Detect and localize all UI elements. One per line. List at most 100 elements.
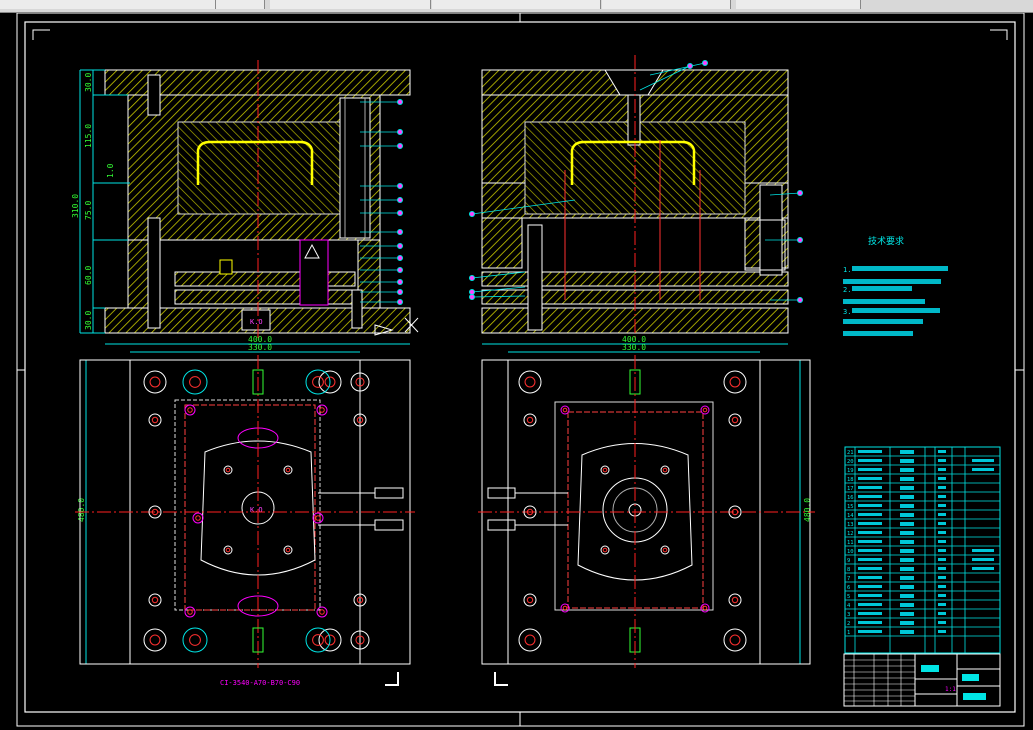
balloon-marker [397, 143, 403, 149]
balloon-marker [397, 197, 403, 203]
dim-60: 60.0 [84, 266, 93, 285]
bom-row-number: 19 [847, 468, 854, 474]
plan-view-right [478, 355, 815, 686]
bom-row-number: 20 [847, 459, 854, 465]
bolt-hole [223, 545, 233, 555]
tech-req-text-line [843, 331, 913, 336]
balloon-marker [397, 255, 403, 261]
bolt-hole [283, 465, 293, 475]
tech-req-text-line [843, 299, 925, 304]
plan-left-width-inner: 330.0 [248, 343, 272, 352]
section-view-right [469, 55, 803, 340]
bolt-hole [660, 465, 670, 475]
bolt-hole [728, 593, 742, 607]
bom-row-number: 10 [847, 549, 854, 555]
balloon-marker [469, 211, 475, 217]
tech-req-text-line [852, 266, 948, 271]
balloon-marker [397, 243, 403, 249]
ko-label-plan: K.O [250, 506, 263, 514]
tech-req-number: 1. [843, 266, 851, 274]
bolt-hole [223, 465, 233, 475]
guide-pin-icon [147, 217, 161, 329]
plan-caption: CI-3540-A70-B70-C90 [220, 679, 300, 687]
plan-left-height: 480.0 [77, 498, 86, 522]
bolt-hole [305, 627, 331, 653]
cad-drawing-viewport[interactable]: K.O 30.0 115.0 75.0 60.0 30.0 310.0 1.0 [0, 13, 1033, 730]
bom-row-number: 12 [847, 531, 854, 537]
technical-requirements: 技术要求 1. 2. 3. [843, 235, 948, 336]
title-block: 1:1 [843, 653, 1001, 707]
title-drawing-number-block [963, 693, 986, 700]
balloon-marker [469, 294, 475, 300]
bolt-hole [283, 545, 293, 555]
balloon-marker [397, 129, 403, 135]
balloon-marker [797, 190, 803, 196]
bolt-hole [148, 593, 162, 607]
bolt-hole [316, 404, 328, 416]
bom-row-number: 9 [847, 558, 850, 564]
bolt-hole [660, 545, 670, 555]
balloon-marker [469, 275, 475, 281]
balloon-marker [469, 289, 475, 295]
bom-row-number: 14 [847, 513, 854, 519]
balloon-marker [797, 237, 803, 243]
bolt-hole [523, 593, 537, 607]
bolt-hole [182, 369, 208, 395]
bom-row-number: 16 [847, 495, 854, 501]
tech-req-text-line [843, 319, 923, 324]
balloon-marker [702, 60, 708, 66]
title-scale: 1:1 [945, 686, 956, 693]
guide-pin-icon [527, 224, 543, 331]
ko-label: K.O [250, 318, 263, 326]
balloon-marker [687, 63, 693, 69]
bolt-hole [728, 413, 742, 427]
toolbar-field[interactable] [736, 0, 861, 9]
bolt-hole [700, 405, 710, 415]
dim-total: 310.0 [71, 194, 80, 218]
toolbar-field[interactable] [432, 0, 601, 9]
balloon-marker [397, 229, 403, 235]
bom-row-number: 11 [847, 540, 854, 546]
bolt-hole [143, 628, 167, 652]
balloon-marker [797, 297, 803, 303]
toolbar-field[interactable] [0, 0, 216, 9]
bolt-hole [523, 413, 537, 427]
dim-30-top: 30.0 [84, 73, 93, 92]
title-name-block [962, 674, 979, 681]
dim-115: 115.0 [84, 124, 93, 148]
toolbar-field[interactable] [270, 0, 431, 9]
dim-75: 75.0 [84, 201, 93, 220]
bolt-hole [192, 512, 204, 524]
bom-row-number: 18 [847, 477, 854, 483]
bom-row-number: 13 [847, 522, 854, 528]
toolbar-field[interactable] [216, 0, 265, 9]
bolt-hole [600, 545, 610, 555]
balloon-marker [397, 299, 403, 305]
bolt-hole [182, 627, 208, 653]
dim-gap: 1.0 [106, 163, 115, 178]
section-view-left: K.O 30.0 115.0 75.0 60.0 30.0 310.0 1.0 [71, 60, 419, 340]
bom-row-number: 4 [847, 603, 851, 609]
bolt-hole [723, 628, 747, 652]
bom-row-number: 2 [847, 621, 850, 627]
tech-req-text-line [852, 286, 912, 291]
bolt-hole [305, 369, 331, 395]
bom-row-number: 3 [847, 612, 850, 618]
cad-toolbar [0, 0, 1033, 13]
bom-row-number: 15 [847, 504, 854, 510]
balloon-marker [397, 210, 403, 216]
tech-req-text-line [852, 308, 940, 313]
balloon-marker [397, 267, 403, 273]
screw-icon [147, 74, 161, 116]
plan-right-height: 480.0 [803, 498, 812, 522]
bolt-hole [184, 404, 196, 416]
tech-req-number: 3. [843, 308, 851, 316]
tech-req-text-line [843, 279, 941, 284]
balloon-marker [397, 279, 403, 285]
bolt-hole [184, 606, 196, 618]
bolt-hole [148, 413, 162, 427]
bolt-hole [143, 370, 167, 394]
bom-row-number: 5 [847, 594, 850, 600]
balloon-marker [397, 289, 403, 295]
toolbar-field[interactable] [602, 0, 731, 9]
